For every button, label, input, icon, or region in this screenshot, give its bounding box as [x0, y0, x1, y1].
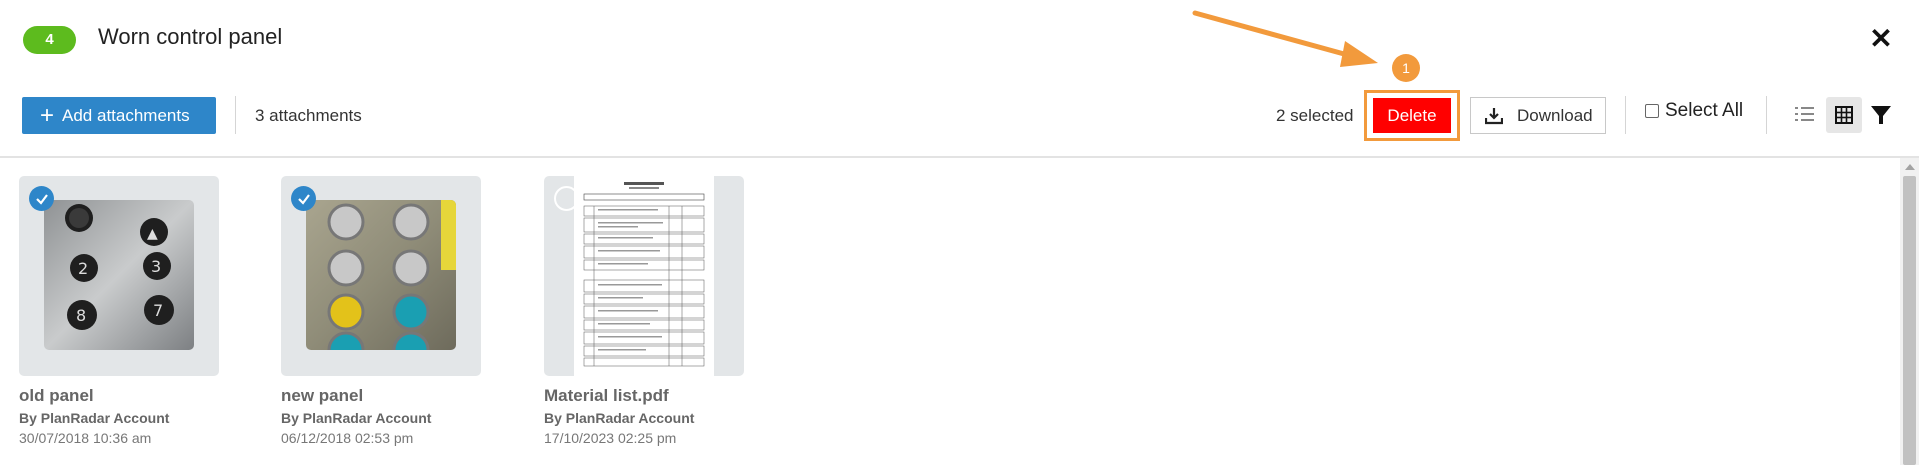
divider: [1766, 96, 1767, 134]
close-icon: ✕: [1869, 23, 1893, 54]
annotation-step-badge: 1: [1392, 54, 1420, 82]
scrollbar-thumb[interactable]: [1903, 176, 1916, 465]
svg-text:2: 2: [78, 259, 88, 278]
grid-view-button[interactable]: [1826, 97, 1862, 133]
attachment-author: By PlanRadar Account: [19, 410, 170, 426]
attachment-thumbnail[interactable]: ▲ 2 3 8 7: [19, 176, 219, 376]
close-button[interactable]: ✕: [1866, 24, 1896, 54]
attachment-date: 06/12/2018 02:53 pm: [281, 430, 414, 446]
delete-button[interactable]: Delete: [1373, 98, 1451, 133]
attachment-card[interactable]: new panel By PlanRadar Account 06/12/201…: [281, 176, 481, 446]
filter-icon[interactable]: [1869, 103, 1893, 127]
attachments-count: 3 attachments: [255, 106, 362, 125]
attachment-name[interactable]: old panel: [19, 386, 219, 406]
plus-icon: +: [40, 101, 55, 129]
select-all-checkbox[interactable]: Select All: [1645, 100, 1743, 122]
grid-view-icon: [1835, 106, 1853, 124]
svg-text:▲: ▲: [147, 226, 158, 242]
annotation-arrow-icon: [1192, 10, 1378, 67]
attachment-author: By PlanRadar Account: [281, 410, 432, 426]
download-icon: [1485, 107, 1503, 124]
photo-new-panel: [306, 200, 456, 350]
attachments-toolbar: + Add attachments 3 attachments 2 select…: [0, 90, 1919, 141]
add-attachments-button[interactable]: + Add attachments: [22, 97, 216, 134]
attachment-thumbnail[interactable]: [544, 176, 744, 376]
selection-checkbox[interactable]: [29, 186, 54, 211]
attachment-author: By PlanRadar Account: [544, 410, 695, 426]
attachments-grid: ▲ 2 3 8 7 old panel By PlanRadar Account…: [0, 158, 1900, 465]
divider: [235, 96, 236, 134]
selection-checkbox[interactable]: [291, 186, 316, 211]
check-icon: [35, 193, 48, 205]
selected-count: 2 selected: [1276, 106, 1354, 125]
attachment-date: 17/10/2023 02:25 pm: [544, 430, 677, 446]
add-attachments-label: Add attachments: [62, 105, 190, 125]
photo-old-panel: ▲ 2 3 8 7: [44, 200, 194, 350]
selection-checkbox[interactable]: [554, 186, 579, 211]
attachment-card[interactable]: ▲ 2 3 8 7 old panel By PlanRadar Account…: [19, 176, 219, 446]
attachment-name[interactable]: Material list.pdf: [544, 386, 744, 406]
attachment-name[interactable]: new panel: [281, 386, 481, 406]
dialog-title: Worn control panel: [98, 24, 283, 49]
attachment-thumbnail[interactable]: [281, 176, 481, 376]
download-button[interactable]: Download: [1470, 97, 1606, 134]
svg-text:7: 7: [153, 301, 163, 320]
divider: [1625, 96, 1626, 134]
checkbox-box[interactable]: [1645, 104, 1659, 118]
ticket-number-badge: 4: [23, 26, 76, 54]
select-all-label: Select All: [1665, 100, 1744, 121]
download-label: Download: [1517, 105, 1593, 125]
dialog-header: 4 Worn control panel ✕: [0, 0, 1919, 78]
svg-text:3: 3: [151, 257, 161, 276]
pdf-document-preview: [574, 176, 714, 376]
attachment-card[interactable]: Material list.pdf By PlanRadar Account 1…: [544, 176, 744, 446]
scroll-up-icon[interactable]: [1905, 164, 1915, 170]
vertical-scrollbar[interactable]: [1900, 158, 1919, 465]
check-icon: [297, 193, 310, 205]
svg-text:8: 8: [76, 306, 86, 325]
attachment-date: 30/07/2018 10:36 am: [19, 430, 152, 446]
list-view-icon[interactable]: [1794, 103, 1816, 125]
